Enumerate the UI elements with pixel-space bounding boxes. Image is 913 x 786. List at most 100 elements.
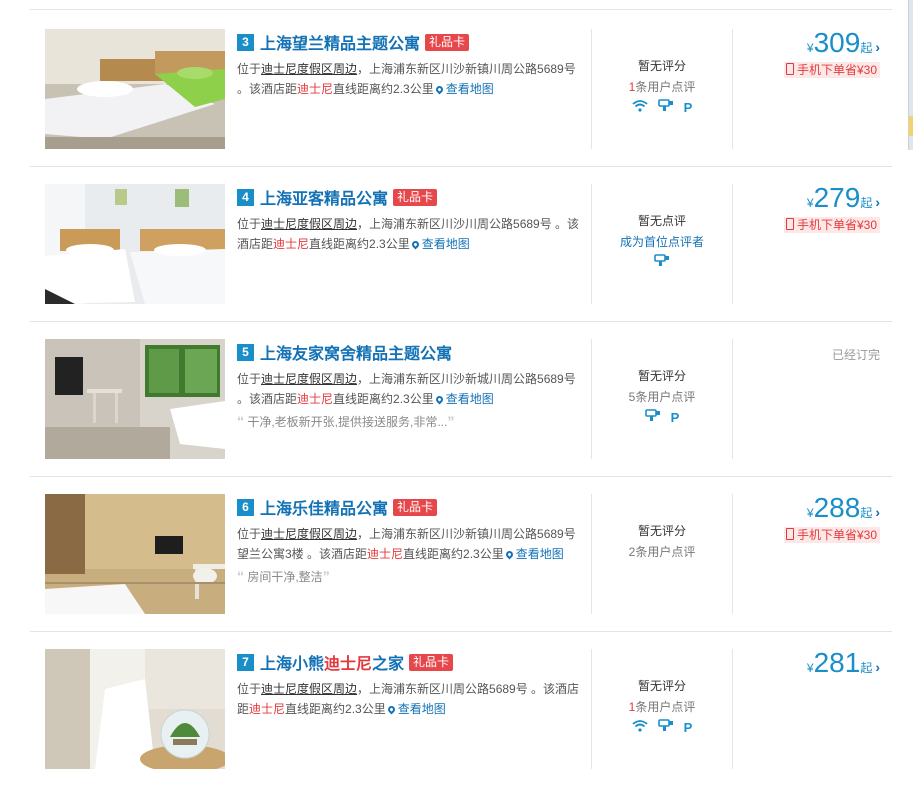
hotel-photo[interactable] — [45, 494, 225, 614]
currency-symbol: ¥ — [806, 506, 814, 520]
view-map-link[interactable]: 查看地图 — [434, 392, 494, 406]
price-value: 279 — [813, 182, 861, 213]
addr-prefix: 位于 — [237, 62, 262, 76]
view-map-label: 查看地图 — [421, 237, 470, 251]
hotel-photo[interactable] — [45, 29, 225, 149]
mobile-discount-text: 手机下单省¥30 — [796, 528, 877, 542]
location-pin-icon — [504, 549, 515, 560]
price-link[interactable]: ¥309起 › — [732, 26, 880, 60]
review-count-link[interactable]: 5条用户点评 — [592, 387, 732, 408]
chevron-right-icon: › — [875, 504, 880, 520]
price-link[interactable]: ¥288起 › — [732, 491, 880, 525]
review-summary: 暂无评分 5条用户点评 P — [592, 366, 732, 426]
review-score: 暂无评分 — [637, 524, 686, 538]
area-link[interactable]: 迪士尼度假区周边 — [261, 217, 357, 231]
bedroom-photo — [45, 184, 225, 304]
currency-symbol: ¥ — [806, 661, 814, 675]
side-map-panel[interactable] — [908, 0, 913, 150]
sold-out-label: 已经订完 — [831, 348, 880, 362]
first-review-link[interactable]: 成为首位点评者 — [592, 232, 732, 253]
distance-text: 直线距离约2.3公里 — [285, 702, 386, 716]
view-map-label: 查看地图 — [445, 82, 494, 96]
landmark-text: 迪士尼 — [297, 82, 334, 96]
mobile-discount-badge: 手机下单省¥30 — [783, 62, 880, 78]
price-value: 281 — [813, 647, 861, 678]
phone-icon — [785, 528, 794, 540]
mobile-discount-badge: 手机下单省¥30 — [783, 527, 880, 543]
bedroom-photo — [45, 339, 225, 459]
price-suffix: 起 — [860, 661, 873, 675]
review-count-link[interactable]: 1条用户点评 — [592, 77, 732, 98]
price-value: 288 — [813, 492, 861, 523]
hotel-row: 5 上海友家窝舍精品主题公寓 位于迪士尼度假区周边，上海浦东新区川沙新城川周公路… — [30, 320, 892, 477]
bedroom-photo — [45, 649, 225, 769]
review-summary: 暂无点评 成为首位点评者 — [592, 211, 732, 271]
hotel-info: 7 上海小熊迪士尼之家 礼品卡 位于迪士尼度假区周边，上海浦东新区川周公路568… — [237, 651, 583, 719]
distance-text: 直线距离约2.3公里 — [403, 547, 504, 561]
review-count-link[interactable]: 1条用户点评 — [592, 697, 732, 718]
area-link[interactable]: 迪士尼度假区周边 — [261, 682, 357, 696]
open-quote-icon: “ — [237, 568, 244, 584]
rank-badge: 7 — [237, 653, 254, 671]
hotel-row: 4 上海亚客精品公寓 礼品卡 位于迪士尼度假区周边，上海浦东新区川沙川周公路56… — [30, 165, 892, 322]
view-map-link[interactable]: 查看地图 — [410, 237, 470, 251]
hotel-info: 4 上海亚客精品公寓 礼品卡 位于迪士尼度假区周边，上海浦东新区川沙川周公路56… — [237, 186, 583, 254]
review-quote: “ 房间干净,整洁” — [237, 566, 583, 587]
review-count-label: 条用户点评 — [635, 80, 696, 94]
bedroom-photo — [45, 494, 225, 614]
hotel-name-link[interactable]: 上海友家窝舍精品主题公寓 — [260, 340, 452, 364]
review-count-label: 条用户点评 — [635, 390, 696, 404]
view-map-link[interactable]: 查看地图 — [434, 82, 494, 96]
hotel-name-link[interactable]: 上海亚客精品公寓 — [260, 185, 388, 209]
location-pin-icon — [410, 239, 421, 250]
area-link[interactable]: 迪士尼度假区周边 — [261, 372, 357, 386]
hairdryer-icon — [644, 408, 661, 429]
facility-icons: P — [592, 408, 732, 429]
review-summary: 暂无评分 1条用户点评 P — [592, 56, 732, 116]
wifi-icon — [632, 718, 648, 739]
review-quote: “ 干净,老板新开张,提供接送服务,非常...” — [237, 411, 583, 432]
price-value: 309 — [813, 27, 861, 58]
price-link[interactable]: ¥279起 › — [732, 181, 880, 215]
parking-icon: P — [683, 100, 693, 115]
bedroom-photo — [45, 29, 225, 149]
area-link[interactable]: 迪士尼度假区周边 — [261, 527, 357, 541]
rank-badge: 6 — [237, 498, 254, 516]
hotel-photo[interactable] — [45, 339, 225, 459]
landmark-text: 迪士尼 — [273, 237, 310, 251]
price-section: ¥288起 › 手机下单省¥30 — [732, 491, 880, 544]
review-summary: 暂无评分 1条用户点评 P — [592, 676, 732, 736]
review-score: 暂无评分 — [637, 59, 686, 73]
phone-icon — [785, 63, 794, 75]
hotel-name-link[interactable]: 上海小熊迪士尼之家 — [260, 650, 404, 674]
hotel-name-link[interactable]: 上海乐佳精品公寓 — [260, 495, 388, 519]
chevron-right-icon: › — [875, 39, 880, 55]
hotel-photo[interactable] — [45, 184, 225, 304]
review-count-link[interactable]: 2条用户点评 — [592, 542, 732, 563]
review-quote-text: 干净,老板新开张,提供接送服务,非常... — [247, 415, 448, 429]
review-summary: 暂无评分 2条用户点评 — [592, 521, 732, 563]
distance-text: 直线距离约2.3公里 — [309, 237, 410, 251]
hotel-name-highlight: 迪士尼 — [324, 656, 373, 673]
view-map-link[interactable]: 查看地图 — [504, 547, 564, 561]
open-quote-icon: “ — [237, 413, 244, 429]
view-map-label: 查看地图 — [397, 702, 446, 716]
area-link[interactable]: 迪士尼度假区周边 — [261, 62, 357, 76]
view-map-label: 查看地图 — [515, 547, 564, 561]
hotel-row: 3 上海望兰精品主题公寓 礼品卡 位于迪士尼度假区周边，上海浦东新区川沙新镇川周… — [30, 10, 892, 167]
currency-symbol: ¥ — [806, 41, 814, 55]
hotel-name-link[interactable]: 上海望兰精品主题公寓 — [260, 30, 420, 54]
facility-icons: P — [592, 718, 732, 739]
hotel-address: 位于迪士尼度假区周边，上海浦东新区川沙川周公路5689号 。该酒店距迪士尼直线距… — [237, 214, 583, 254]
location-pin-icon — [386, 704, 397, 715]
landmark-text: 迪士尼 — [367, 547, 404, 561]
phone-icon — [785, 218, 794, 230]
price-link[interactable]: ¥281起 › — [732, 646, 880, 680]
view-map-link[interactable]: 查看地图 — [386, 702, 446, 716]
hairdryer-icon — [657, 98, 674, 119]
hotel-row: 7 上海小熊迪士尼之家 礼品卡 位于迪士尼度假区周边，上海浦东新区川周公路568… — [30, 630, 892, 786]
hotel-info: 5 上海友家窝舍精品主题公寓 位于迪士尼度假区周边，上海浦东新区川沙新城川周公路… — [237, 341, 583, 432]
hotel-photo[interactable] — [45, 649, 225, 769]
rank-badge: 3 — [237, 33, 254, 51]
landmark-text: 迪士尼 — [249, 702, 286, 716]
